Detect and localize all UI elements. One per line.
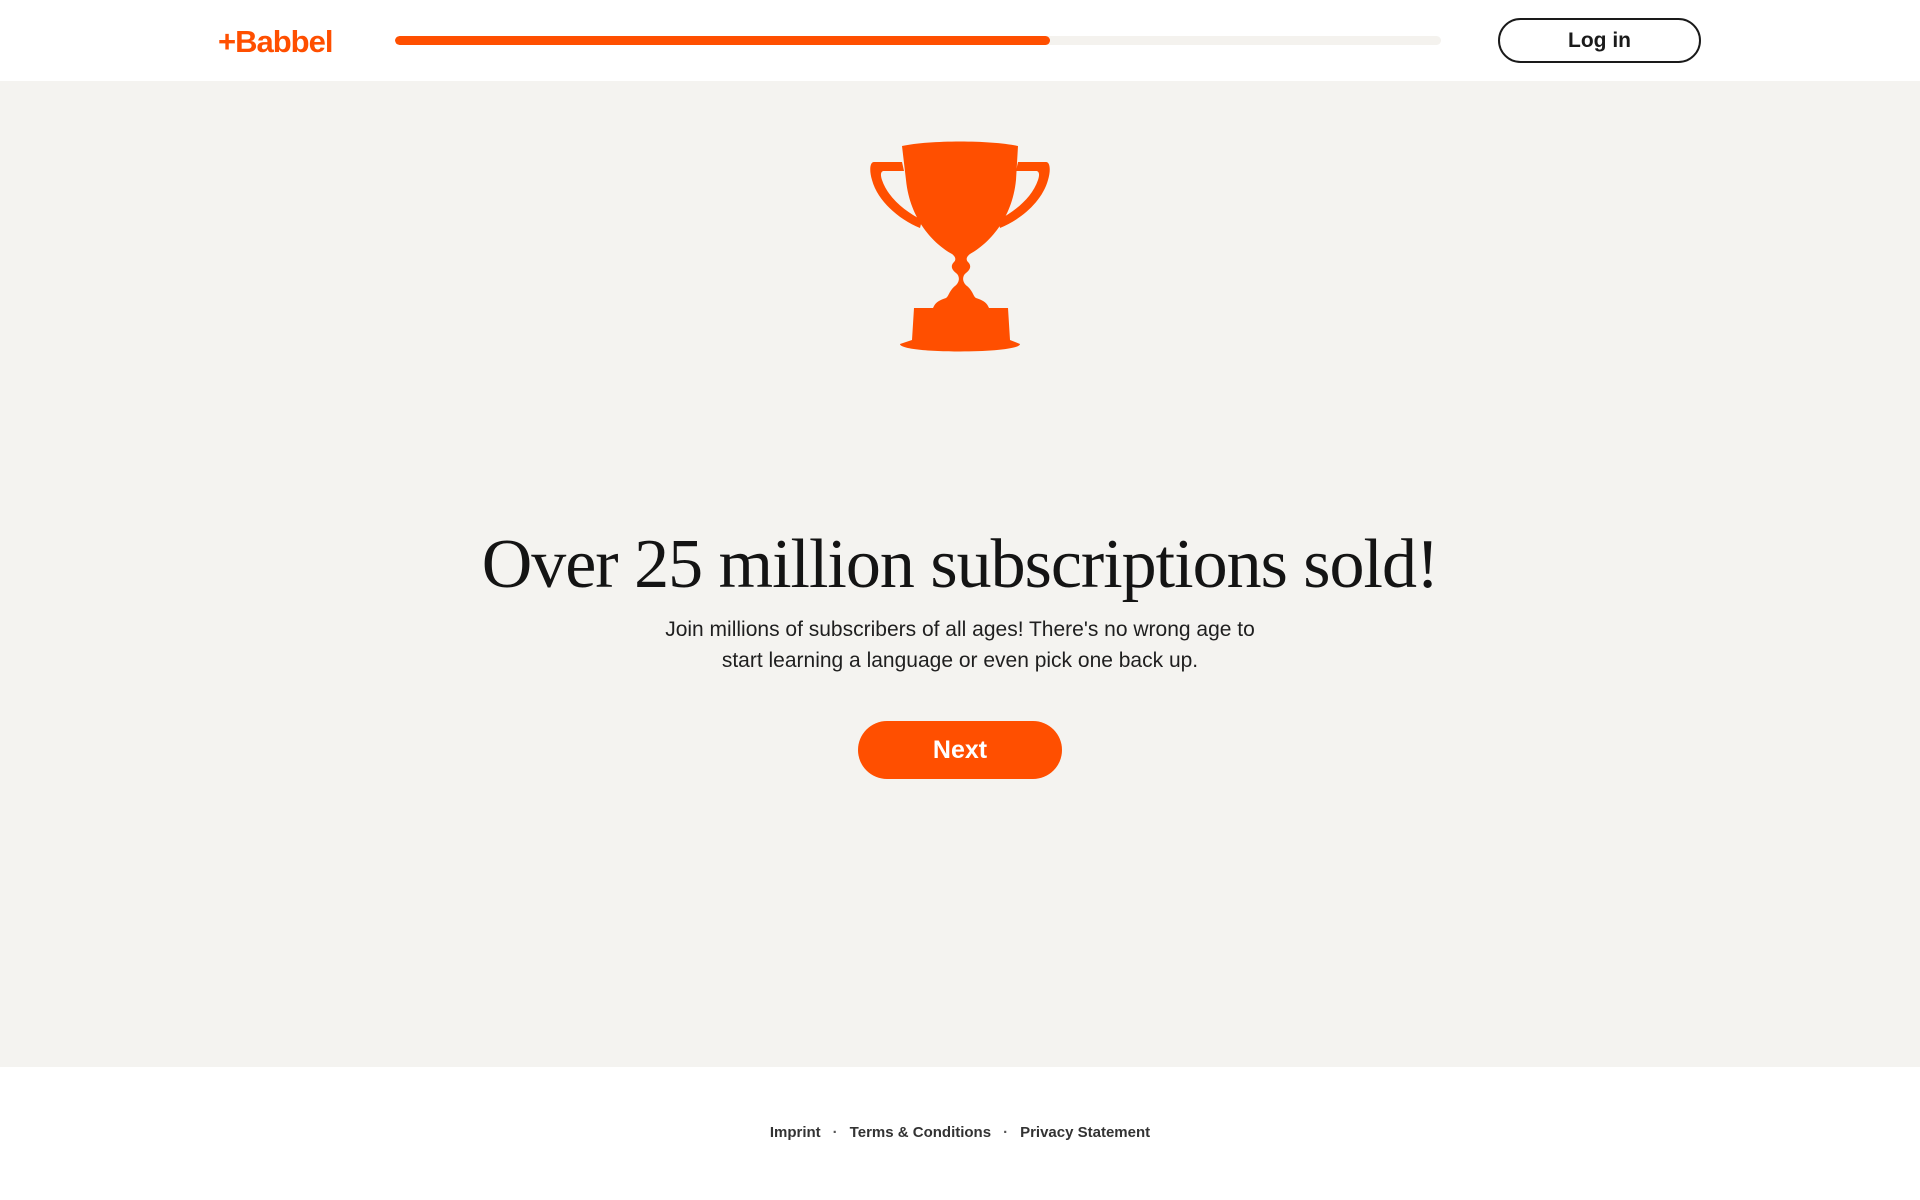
trophy-icon bbox=[870, 141, 1050, 352]
progress-bar bbox=[395, 36, 1441, 45]
footer-link-imprint[interactable]: Imprint bbox=[770, 1124, 821, 1141]
page-subtitle: Join millions of subscribers of all ages… bbox=[610, 614, 1310, 676]
page-title: Over 25 million subscriptions sold! bbox=[481, 526, 1440, 603]
subtitle-line-2: start learning a language or even pick o… bbox=[721, 649, 1199, 672]
logo-text: +Babbel bbox=[218, 24, 333, 59]
next-button[interactable]: Next bbox=[858, 721, 1062, 779]
login-button[interactable]: Log in bbox=[1498, 18, 1701, 63]
top-header: +Babbel Log in bbox=[0, 0, 1920, 81]
footer-link-privacy[interactable]: Privacy Statement bbox=[1020, 1124, 1150, 1141]
progress-bar-fill bbox=[395, 36, 1050, 45]
footer-links: Imprint · Terms & Conditions · Privacy S… bbox=[0, 1124, 1920, 1141]
footer-separator: · bbox=[1003, 1124, 1009, 1141]
subtitle-line-1: Join millions of subscribers of all ages… bbox=[665, 618, 1255, 641]
babbel-logo[interactable]: +Babbel bbox=[218, 22, 333, 62]
footer-separator: · bbox=[832, 1124, 838, 1141]
footer-link-terms[interactable]: Terms & Conditions bbox=[850, 1124, 991, 1141]
